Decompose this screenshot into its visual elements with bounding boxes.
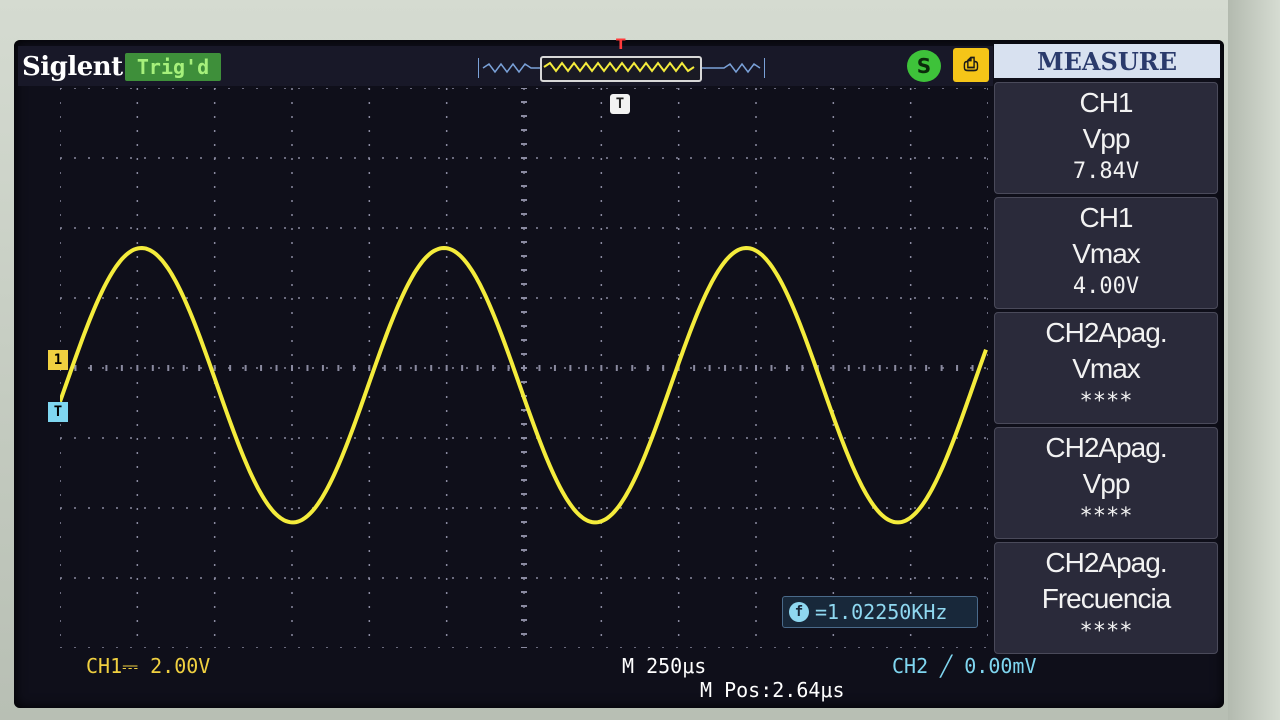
measure-value: ****	[1079, 619, 1133, 644]
measure-value: 4.00V	[1072, 274, 1140, 299]
frequency-counter-readout: f =1.02250KHz	[782, 596, 978, 628]
measure-source: CH1	[1079, 87, 1133, 118]
frequency-icon: f	[789, 602, 809, 622]
trigger-level-marker[interactable]: T	[48, 402, 68, 422]
memory-window-indicator[interactable]	[540, 56, 702, 82]
run-status-icon: S	[907, 50, 941, 82]
measure-source: CH1	[1079, 202, 1133, 233]
measure-type: Vmax	[1072, 238, 1141, 269]
measure-item-ch2-frequency[interactable]: CH2Apag. Frecuencia ****	[994, 542, 1218, 654]
horizontal-position-readout[interactable]: M Pos:2.64μs	[700, 678, 845, 702]
measure-type: Vpp	[1082, 123, 1131, 154]
brand-logo: Siglent	[22, 52, 123, 82]
timebase-readout[interactable]: M 250μs	[622, 654, 706, 678]
waveform-display	[60, 88, 988, 648]
ch1-level-marker[interactable]: 1	[48, 350, 68, 370]
measure-source: CH2Apag.	[1045, 317, 1167, 348]
ch1-waveform-trace	[60, 245, 988, 525]
measure-type: Vmax	[1072, 353, 1141, 384]
menu-title: MEASURE	[994, 44, 1220, 78]
trigger-setting-readout[interactable]: CH2 ╱ 0.00mV	[892, 654, 1037, 678]
print-icon[interactable]: ⎙	[953, 48, 989, 82]
measure-item-ch1-vmax[interactable]: CH1 Vmax 4.00V	[994, 197, 1218, 309]
measure-value: ****	[1079, 389, 1133, 414]
trigger-position-arrow-icon: T	[616, 37, 626, 53]
measure-item-ch2-vmax[interactable]: CH2Apag. Vmax ****	[994, 312, 1218, 424]
measure-value: 7.84V	[1072, 159, 1140, 184]
measure-value: ****	[1079, 504, 1133, 529]
ch1-scale-readout[interactable]: CH1⎓ 2.00V	[86, 654, 210, 678]
measure-item-ch1-vpp[interactable]: CH1 Vpp 7.84V	[994, 82, 1218, 194]
measure-menu: MEASURE CH1 Vpp 7.84V CH1 Vmax 4.00V CH2…	[994, 44, 1220, 654]
measure-source: CH2Apag.	[1045, 432, 1167, 463]
bezel-side	[1228, 0, 1280, 720]
measure-item-ch2-vpp[interactable]: CH2Apag. Vpp ****	[994, 427, 1218, 539]
measure-type: Vpp	[1082, 468, 1131, 499]
measure-source: CH2Apag.	[1045, 547, 1167, 578]
trigger-time-marker[interactable]: T	[610, 94, 630, 114]
frequency-value: =1.02250KHz	[815, 600, 948, 624]
measure-type: Frecuencia	[1041, 583, 1172, 614]
trigger-status-badge: Trig'd	[125, 53, 221, 81]
